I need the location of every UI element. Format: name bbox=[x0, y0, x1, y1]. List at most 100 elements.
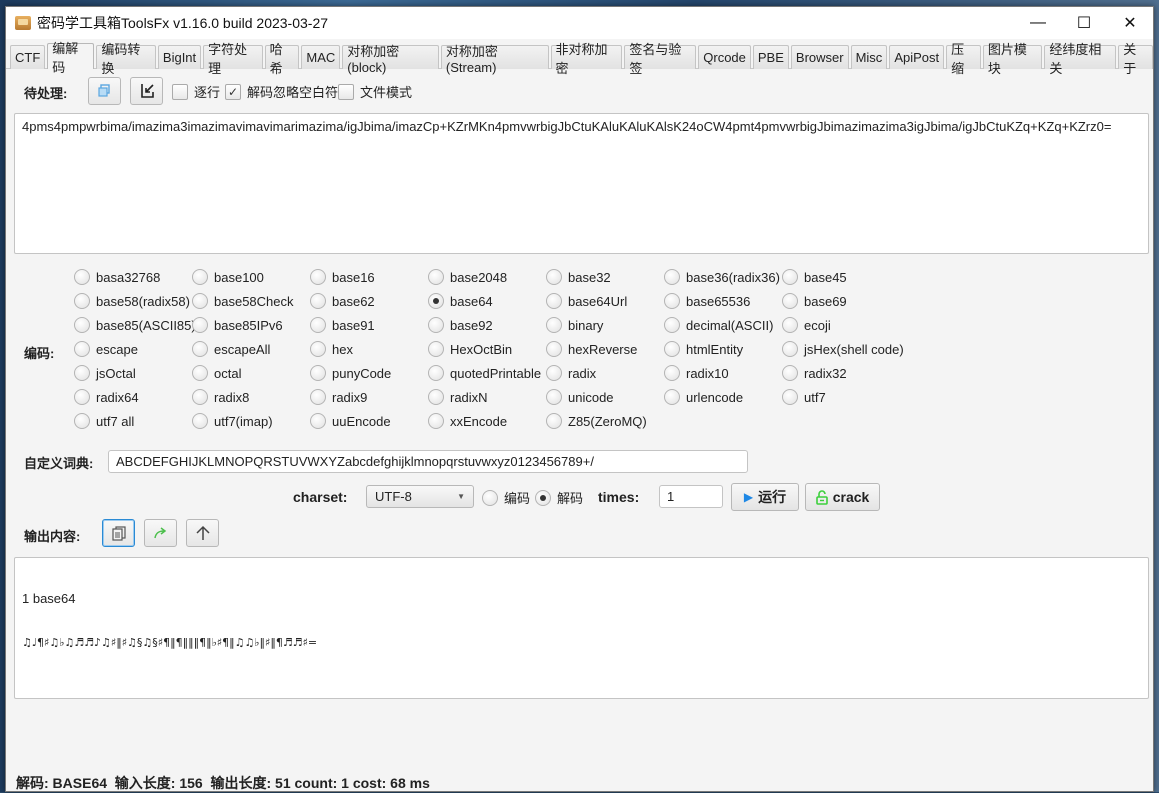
encoding-radio-base45[interactable]: base45 bbox=[782, 269, 847, 285]
encoding-radio-hexreverse[interactable]: hexReverse bbox=[546, 341, 637, 357]
tab-4[interactable]: 字符处理 bbox=[203, 42, 263, 76]
tab-16[interactable]: 压缩 bbox=[946, 42, 981, 76]
tab-13[interactable]: Browser bbox=[790, 45, 849, 69]
input-import-button[interactable] bbox=[130, 77, 163, 105]
mode-encode-radio[interactable]: 编码 bbox=[482, 488, 530, 507]
encoding-radio-ecoji[interactable]: ecoji bbox=[782, 317, 831, 333]
minimize-button[interactable]: — bbox=[1015, 7, 1061, 39]
encoding-radio-utf7[interactable]: utf7 bbox=[782, 389, 826, 405]
encoding-radio-base92[interactable]: base92 bbox=[428, 317, 493, 333]
encoding-radio-base2048[interactable]: base2048 bbox=[428, 269, 507, 285]
radio-label: base92 bbox=[450, 317, 493, 333]
encoding-radio-base100[interactable]: base100 bbox=[192, 269, 264, 285]
encoding-radio-utf7-all[interactable]: utf7 all bbox=[74, 413, 134, 429]
run-button[interactable]: ▶ 运行 bbox=[731, 483, 799, 511]
encoding-radio-radix10[interactable]: radix10 bbox=[664, 365, 729, 381]
crack-button[interactable]: crack bbox=[805, 483, 880, 511]
radio-label: hex bbox=[332, 341, 353, 357]
tab-14[interactable]: Misc bbox=[850, 45, 888, 69]
tab-9[interactable]: 非对称加密 bbox=[550, 42, 623, 76]
encoding-radio-radix8[interactable]: radix8 bbox=[192, 389, 249, 405]
output-copy-button[interactable] bbox=[102, 519, 135, 547]
encoding-radio-utf7-imap-[interactable]: utf7(imap) bbox=[192, 413, 273, 429]
mode-decode-radio[interactable]: 解码 bbox=[535, 488, 583, 507]
encoding-radio-binary[interactable]: binary bbox=[546, 317, 603, 333]
encoding-radio-base64[interactable]: base64 bbox=[428, 293, 493, 309]
output-up-button[interactable] bbox=[186, 519, 219, 547]
encoding-radio-jshex-shell-code-[interactable]: jsHex(shell code) bbox=[782, 341, 904, 357]
encoding-radio-punycode[interactable]: punyCode bbox=[310, 365, 391, 381]
encoding-radio-base58check[interactable]: base58Check bbox=[192, 293, 294, 309]
encoding-radio-radixn[interactable]: radixN bbox=[428, 389, 488, 405]
encoding-radio-urlencode[interactable]: urlencode bbox=[664, 389, 743, 405]
close-button[interactable]: ✕ bbox=[1107, 7, 1153, 39]
encoding-radio-base16[interactable]: base16 bbox=[310, 269, 375, 285]
times-input[interactable]: 1 bbox=[659, 485, 723, 508]
encoding-radio-base62[interactable]: base62 bbox=[310, 293, 375, 309]
tab-0[interactable]: CTF bbox=[10, 45, 46, 69]
encoding-radio-octal[interactable]: octal bbox=[192, 365, 241, 381]
encoding-radio-uuencode[interactable]: uuEncode bbox=[310, 413, 391, 429]
radio-label: radixN bbox=[450, 389, 488, 405]
file-mode-checkbox[interactable]: 文件模式 bbox=[338, 82, 412, 101]
radio-label: base100 bbox=[214, 269, 264, 285]
encoding-radio-base91[interactable]: base91 bbox=[310, 317, 375, 333]
encoding-radio-base65536[interactable]: base65536 bbox=[664, 293, 750, 309]
dictionary-input[interactable]: ABCDEFGHIJKLMNOPQRSTUVWXYZabcdefghijklmn… bbox=[108, 450, 748, 473]
input-textarea[interactable]: 4pms4pmpwrbima/imazima3imazimavimavimari… bbox=[14, 113, 1149, 254]
encoding-radio-hex[interactable]: hex bbox=[310, 341, 353, 357]
tab-8[interactable]: 对称加密(Stream) bbox=[440, 44, 549, 75]
encoding-radio-jsoctal[interactable]: jsOctal bbox=[74, 365, 136, 381]
tab-12[interactable]: PBE bbox=[752, 45, 789, 69]
output-forward-button[interactable] bbox=[144, 519, 177, 547]
tab-15[interactable]: ApiPost bbox=[889, 45, 945, 69]
ignore-whitespace-checkbox[interactable]: ✓ 解码忽略空白符 bbox=[225, 82, 338, 101]
input-copy-button[interactable] bbox=[88, 77, 121, 105]
encoding-radio-base85-ascii85-[interactable]: base85(ASCII85) bbox=[74, 317, 196, 333]
encoding-radio-basa32768[interactable]: basa32768 bbox=[74, 269, 160, 285]
radio-dot bbox=[428, 341, 444, 357]
radio-dot bbox=[74, 341, 90, 357]
maximize-button[interactable]: ☐ bbox=[1061, 7, 1107, 39]
tab-10[interactable]: 签名与验签 bbox=[624, 42, 697, 76]
radio-label: hexReverse bbox=[568, 341, 638, 357]
line-by-line-checkbox[interactable]: 逐行 bbox=[172, 82, 220, 101]
encoding-radio-z85-zeromq-[interactable]: Z85(ZeroMQ) bbox=[546, 413, 647, 429]
encoding-radio-escape[interactable]: escape bbox=[74, 341, 138, 357]
encoding-radio-radix9[interactable]: radix9 bbox=[310, 389, 367, 405]
radio-dot bbox=[782, 389, 798, 405]
encoding-radio-unicode[interactable]: unicode bbox=[546, 389, 614, 405]
charset-select[interactable]: UTF-8 ▼ bbox=[366, 485, 474, 508]
encoding-radio-radix[interactable]: radix bbox=[546, 365, 596, 381]
tab-3[interactable]: BigInt bbox=[157, 45, 202, 69]
tab-2[interactable]: 编码转换 bbox=[96, 42, 156, 76]
tab-7[interactable]: 对称加密(block) bbox=[342, 44, 439, 75]
tab-18[interactable]: 经纬度相关 bbox=[1044, 42, 1117, 76]
encoding-radio-htmlentity[interactable]: htmlEntity bbox=[664, 341, 743, 357]
encoding-radio-base36-radix36-[interactable]: base36(radix36) bbox=[664, 269, 780, 285]
encoding-radio-base32[interactable]: base32 bbox=[546, 269, 611, 285]
output-label: 输出内容: bbox=[24, 529, 81, 544]
encoding-radio-base69[interactable]: base69 bbox=[782, 293, 847, 309]
encoding-radio-hexoctbin[interactable]: HexOctBin bbox=[428, 341, 512, 357]
tab-5[interactable]: 哈希 bbox=[264, 42, 300, 76]
checkbox-label: 解码忽略空白符 bbox=[247, 85, 339, 100]
encoding-radio-base58-radix58-[interactable]: base58(radix58) bbox=[74, 293, 190, 309]
tab-6[interactable]: MAC bbox=[301, 45, 341, 69]
output-line-1: 1 base64 bbox=[22, 591, 76, 606]
encoding-radio-decimal-ascii-[interactable]: decimal(ASCII) bbox=[664, 317, 773, 333]
encoding-radio-escapeall[interactable]: escapeAll bbox=[192, 341, 270, 357]
encoding-radio-radix64[interactable]: radix64 bbox=[74, 389, 139, 405]
tab-17[interactable]: 图片模块 bbox=[982, 42, 1043, 76]
output-textarea[interactable]: 1 base64 ♫♩¶♯♫♭♫♬♬♪♫♯‖♯♫§♫§♯¶‖¶‖‖‖¶‖♭♯¶‖… bbox=[14, 557, 1149, 699]
tab-19[interactable]: 关于 bbox=[1118, 42, 1153, 76]
chevron-down-icon: ▼ bbox=[457, 492, 465, 501]
encoding-radio-base64url[interactable]: base64Url bbox=[546, 293, 627, 309]
encoding-radio-xxencode[interactable]: xxEncode bbox=[428, 413, 507, 429]
encoding-radio-radix32[interactable]: radix32 bbox=[782, 365, 847, 381]
encoding-radio-quotedprintable[interactable]: quotedPrintable bbox=[428, 365, 541, 381]
radio-label: radix10 bbox=[686, 365, 729, 381]
encoding-radio-base85ipv6[interactable]: base85IPv6 bbox=[192, 317, 283, 333]
tab-11[interactable]: Qrcode bbox=[698, 45, 751, 69]
tab-1[interactable]: 编解码 bbox=[47, 41, 95, 75]
